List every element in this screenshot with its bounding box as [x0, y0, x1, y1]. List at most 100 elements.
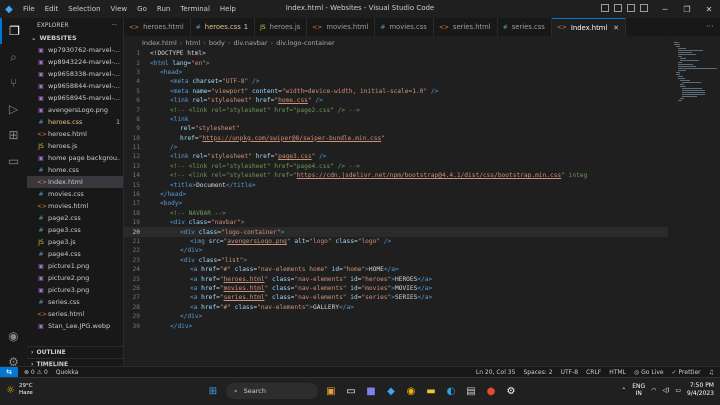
- weather-widget[interactable]: ☼ 29°C Haze: [6, 383, 33, 397]
- clock[interactable]: 7:50 PM 9/4/2023: [687, 382, 714, 398]
- quokka-status[interactable]: Quokka: [56, 369, 79, 376]
- menu-help[interactable]: Help: [215, 5, 241, 13]
- more-actions-icon[interactable]: ···: [111, 22, 117, 29]
- toggle-sidebar-icon[interactable]: [601, 4, 609, 12]
- menu-selection[interactable]: Selection: [63, 5, 105, 13]
- chrome-icon[interactable]: ◉: [404, 384, 418, 398]
- code-line[interactable]: 21 <img src="avengersLogo.png" alt="logo"…: [124, 237, 668, 246]
- notifications-bell-icon[interactable]: ♫: [709, 369, 714, 376]
- file-tree-item[interactable]: JS heroes.js: [27, 140, 123, 152]
- menu-file[interactable]: File: [18, 5, 40, 13]
- file-tree-item[interactable]: ▣ wp9658844-marvel-...: [27, 80, 123, 92]
- close-tab-icon[interactable]: ✕: [613, 24, 619, 32]
- code-line[interactable]: 9 rel="stylesheet": [124, 124, 668, 133]
- remote-indicator-icon[interactable]: ⇆: [0, 366, 18, 378]
- extensions-icon[interactable]: ⊞: [0, 122, 27, 148]
- settings-icon[interactable]: ⚙: [504, 384, 518, 398]
- tab-more-actions-icon[interactable]: ···: [706, 22, 717, 31]
- file-tree-item[interactable]: JS page3.js: [27, 236, 123, 248]
- tab-heroes-html[interactable]: <> heroes.html: [124, 18, 191, 36]
- code-line[interactable]: 29 </div>: [124, 312, 668, 321]
- prettier-status[interactable]: ✓ Prettier: [672, 369, 701, 376]
- explorer-icon[interactable]: ❐: [0, 18, 27, 44]
- maximize-icon[interactable]: ❐: [676, 5, 698, 14]
- wifi-icon[interactable]: ◠: [651, 387, 656, 394]
- minimize-icon[interactable]: ─: [654, 5, 676, 14]
- code-line[interactable]: 11 />: [124, 143, 668, 152]
- tab-heroes-js[interactable]: JS heroes.js: [255, 18, 308, 36]
- file-tree-item[interactable]: ▣ avengersLogo.png: [27, 104, 123, 116]
- file-tree-item[interactable]: ▣ Stan_Lee.JPG.webp: [27, 320, 123, 332]
- code-line[interactable]: 20 <div class="logo-container">: [124, 227, 668, 237]
- code-line[interactable]: 1 <!DOCTYPE html>: [124, 49, 668, 58]
- language-indicator[interactable]: ENG IN: [632, 383, 645, 397]
- go-live-button[interactable]: ◎ Go Live: [634, 369, 664, 376]
- file-tree-item[interactable]: # series.css: [27, 296, 123, 308]
- battery-icon[interactable]: ▭: [675, 387, 681, 394]
- file-tree-item[interactable]: ▣ picture1.png: [27, 260, 123, 272]
- code-line[interactable]: 10 href="https://unpkg.com/swiper@8/swipe…: [124, 134, 668, 143]
- code-line[interactable]: 25 <a href="heroes.html" class="nav-eleme…: [124, 274, 668, 283]
- file-tree-item[interactable]: # page2.css: [27, 212, 123, 224]
- code-line[interactable]: 17 <body>: [124, 199, 668, 208]
- code-line[interactable]: 16 </head>: [124, 190, 668, 199]
- menu-edit[interactable]: Edit: [40, 5, 64, 13]
- tab-heroes-css[interactable]: # heroes.css 1: [191, 18, 256, 36]
- code-editor[interactable]: 1 <!DOCTYPE html> 2 <html lang="en"> 3 <head>…: [124, 49, 668, 366]
- widgets-icon[interactable]: ▣: [324, 384, 338, 398]
- file-tree-item[interactable]: # heroes.css 1: [27, 116, 123, 128]
- code-line[interactable]: 24 <a href="#" class="nav-elements home" …: [124, 265, 668, 274]
- code-line[interactable]: 26 <a href="movies.html" class="nav-eleme…: [124, 284, 668, 293]
- file-tree-item[interactable]: # home.css: [27, 164, 123, 176]
- encoding-status[interactable]: UTF-8: [561, 369, 579, 376]
- search-icon[interactable]: ⌕: [0, 44, 27, 70]
- menu-run[interactable]: Run: [152, 5, 175, 13]
- code-line[interactable]: 30 </div>: [124, 321, 668, 330]
- customize-layout-icon[interactable]: [640, 4, 648, 12]
- file-tree-item[interactable]: <> Index.html: [27, 176, 123, 188]
- tab-series-css[interactable]: # series.css: [498, 18, 552, 36]
- menu-terminal[interactable]: Terminal: [175, 5, 215, 13]
- tab-movies-css[interactable]: # movies.css: [375, 18, 434, 36]
- file-tree-item[interactable]: ▣ wp7930762-marvel-...: [27, 44, 123, 56]
- breadcrumb-item[interactable]: body: [209, 39, 225, 47]
- file-tree-item[interactable]: ▣ wp8943224-marvel-...: [27, 56, 123, 68]
- tab-index-html[interactable]: <> Index.html ✕: [551, 18, 626, 36]
- code-line[interactable]: 3 <head>: [124, 68, 668, 77]
- close-icon[interactable]: ✕: [698, 5, 720, 14]
- problems-status[interactable]: ⊗ 0 ⚠ 0: [24, 369, 48, 376]
- code-line[interactable]: 27 <a href="series.html" class="nav-eleme…: [124, 293, 668, 302]
- code-line[interactable]: 5 <meta name="viewport" content="width=de…: [124, 87, 668, 96]
- code-line[interactable]: 2 <html lang="en">: [124, 58, 668, 67]
- volume-icon[interactable]: ◁): [662, 387, 669, 394]
- edge-icon[interactable]: ◐: [444, 384, 458, 398]
- code-line[interactable]: 6 <link rel="stylesheet" href="home.css" …: [124, 96, 668, 105]
- menu-go[interactable]: Go: [132, 5, 152, 13]
- tab-series-html[interactable]: <> series.html: [434, 18, 498, 36]
- breadcrumb-item[interactable]: Index.html: [142, 39, 177, 47]
- indentation-status[interactable]: Spaces: 2: [523, 369, 552, 376]
- code-line[interactable]: 15 <title>Document</title>: [124, 180, 668, 189]
- taskbar-search[interactable]: ⌕ Search: [226, 383, 318, 399]
- store-icon[interactable]: ▤: [464, 384, 478, 398]
- app-icon[interactable]: ●: [484, 384, 498, 398]
- file-tree-item[interactable]: ▣ home page backgrou...: [27, 152, 123, 164]
- code-line[interactable]: 12 <link rel="stylesheet" href="page3.css…: [124, 152, 668, 161]
- file-tree-item[interactable]: # movies.css: [27, 188, 123, 200]
- file-tree-item[interactable]: ▣ wp9658945-marvel-...: [27, 92, 123, 104]
- minimap[interactable]: [668, 36, 720, 366]
- toggle-secondary-sidebar-icon[interactable]: [627, 4, 635, 12]
- tray-overflow-icon[interactable]: ⌃: [621, 387, 626, 394]
- cursor-position[interactable]: Ln 20, Col 35: [476, 369, 516, 376]
- source-control-icon[interactable]: ⑂: [0, 70, 27, 96]
- code-line[interactable]: 22 </div>: [124, 246, 668, 255]
- workspace-folder[interactable]: ⌄ WEBSITES: [27, 32, 123, 44]
- code-line[interactable]: 13 <!-- <link rel="stylesheet" href="page…: [124, 162, 668, 171]
- file-tree-item[interactable]: # page4.css: [27, 248, 123, 260]
- breadcrumb-item[interactable]: div.logo-container: [276, 39, 335, 47]
- code-line[interactable]: 28 <a href="#" class="nav-elements">GALLE…: [124, 303, 668, 312]
- run-debug-icon[interactable]: ▷: [0, 96, 27, 122]
- file-tree-item[interactable]: <> movies.html: [27, 200, 123, 212]
- file-tree-item[interactable]: <> series.html: [27, 308, 123, 320]
- code-line[interactable]: 7 <!-- <link rel="stylesheet" href="page2…: [124, 105, 668, 114]
